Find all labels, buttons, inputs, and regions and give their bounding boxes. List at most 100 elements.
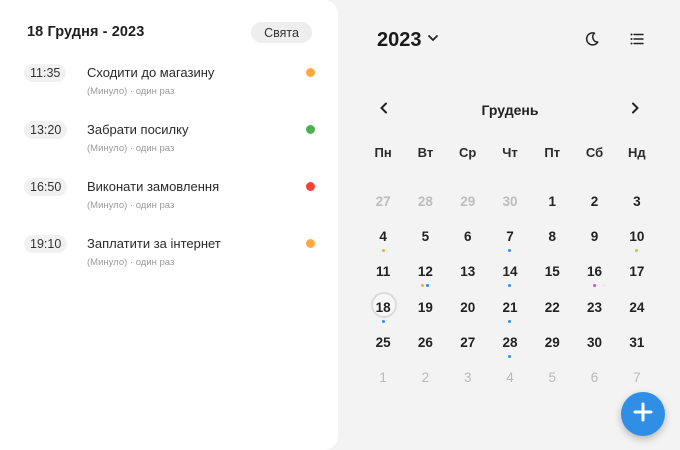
calendar-day[interactable]: 29	[531, 331, 573, 366]
calendar-day[interactable]: 15	[531, 260, 573, 295]
event-indicator-dots	[489, 284, 531, 288]
day-number: 5	[548, 369, 557, 385]
day-number: 26	[417, 334, 433, 350]
prev-month-button[interactable]	[375, 101, 393, 119]
calendar-day[interactable]: 17	[616, 260, 658, 295]
day-number: 18	[375, 299, 391, 315]
chevron-left-icon	[377, 101, 391, 120]
calendar-week-row: 1 2 3 4 5 6 7	[362, 366, 658, 401]
event-title: Виконати замовлення	[87, 179, 220, 194]
calendar-day[interactable]: 6	[573, 366, 615, 401]
event-indicator-dot	[381, 319, 385, 323]
calendar-day[interactable]: 5	[404, 225, 446, 260]
event-indicator-dot	[635, 249, 639, 253]
calendar-day[interactable]: 1	[531, 190, 573, 225]
day-number: 8	[548, 229, 557, 245]
event-indicator-dot	[508, 284, 512, 288]
calendar-day[interactable]: 22	[531, 296, 573, 331]
event-color-dot	[306, 125, 315, 134]
calendar-day[interactable]: 9	[573, 225, 615, 260]
calendar-day[interactable]: 25	[362, 331, 404, 366]
day-number: 30	[502, 194, 518, 209]
day-number: 22	[544, 299, 560, 315]
calendar-day[interactable]: 14	[489, 260, 531, 295]
calendar-day[interactable]: 11	[362, 260, 404, 295]
event-item[interactable]: 19:10 Заплатити за інтернет (Минуло) · оди…	[0, 233, 338, 290]
calendar-day[interactable]: 26	[404, 331, 446, 366]
event-indicator-dot	[421, 284, 425, 288]
event-item[interactable]: 11:35 Сходити до магазину (Минуло) · один …	[0, 62, 338, 119]
calendar-day[interactable]: 27	[362, 190, 404, 225]
calendar-day[interactable]: 1	[362, 366, 404, 401]
event-item[interactable]: 13:20 Забрати посилку (Минуло) · один раз	[0, 119, 338, 176]
event-time: 11:35	[24, 64, 67, 82]
day-number: 7	[506, 229, 514, 245]
month-title: Грудень	[481, 102, 539, 118]
calendar-day[interactable]: 21	[489, 296, 531, 331]
calendar-day[interactable]: 30	[573, 331, 615, 366]
calendar-day[interactable]: 12	[404, 260, 446, 295]
day-number: 15	[544, 264, 560, 280]
calendar-day[interactable]: 5	[531, 366, 573, 401]
calendar-day[interactable]: 6	[447, 225, 489, 260]
plus-icon	[632, 401, 654, 428]
calendar-day[interactable]: 3	[616, 190, 658, 225]
day-number: 2	[590, 194, 599, 209]
event-color-dot	[306, 182, 315, 191]
event-indicator-dot	[508, 249, 512, 253]
day-number: 16	[587, 264, 603, 280]
calendar-day[interactable]: 2	[573, 190, 615, 225]
event-item[interactable]: 16:50 Виконати замовлення (Минуло) · один …	[0, 176, 338, 233]
calendar-day[interactable]: 23	[573, 296, 615, 331]
day-number: 13	[460, 264, 476, 280]
day-number: 4	[379, 229, 387, 245]
calendar-day[interactable]: 28	[404, 190, 446, 225]
calendar-day[interactable]: 20	[447, 296, 489, 331]
selected-day-title: 18 Грудня - 2023	[27, 24, 145, 40]
calendar-week-row: 25 26 27 28 29 30 31	[362, 331, 658, 366]
weekday-label: Нд	[628, 145, 646, 160]
calendar-day[interactable]: 27	[447, 331, 489, 366]
calendar-day[interactable]: 16	[573, 260, 615, 295]
day-number: 6	[590, 369, 599, 385]
day-number: 14	[502, 264, 518, 280]
day-number: 10	[629, 229, 645, 245]
event-indicator-dots	[362, 319, 404, 323]
event-list: 11:35 Сходити до магазину (Минуло) · один …	[0, 62, 338, 290]
calendar-day[interactable]: 8	[531, 225, 573, 260]
calendar-day[interactable]: 31	[616, 331, 658, 366]
calendar-day[interactable]: 7	[489, 225, 531, 260]
calendar-day[interactable]: 24	[616, 296, 658, 331]
theme-toggle-button[interactable]	[581, 30, 603, 52]
calendar-day[interactable]: 13	[447, 260, 489, 295]
day-number: 6	[463, 229, 472, 245]
view-menu-button[interactable]	[626, 30, 648, 52]
calendar-day-today[interactable]: 18	[362, 291, 404, 331]
calendar-week-row: 18 19 20 21 22 23 24	[362, 291, 658, 331]
day-number: 23	[587, 299, 603, 315]
event-time: 13:20	[24, 121, 68, 139]
year-dropdown[interactable]: 2023	[377, 29, 440, 52]
day-number: 28	[417, 194, 433, 209]
calendar-day[interactable]: 28	[489, 331, 531, 366]
add-event-button[interactable]	[621, 392, 665, 436]
calendar-day[interactable]: 29	[447, 190, 489, 225]
calendar-day[interactable]: 3	[447, 366, 489, 401]
day-number: 3	[633, 194, 641, 209]
year-label: 2023	[377, 29, 422, 51]
event-indicator-dots	[489, 319, 531, 323]
event-repeat-info: (Минуло) · один раз	[87, 86, 175, 97]
day-number: 4	[506, 369, 514, 385]
event-indicator-dot	[381, 249, 385, 253]
calendar-day[interactable]: 19	[404, 296, 446, 331]
calendar-day[interactable]: 4	[489, 366, 531, 401]
calendar-day[interactable]: 2	[404, 366, 446, 401]
event-indicator-dots	[489, 249, 531, 253]
day-panel: 18 Грудня - 2023 Свята 11:35 Сходити до м…	[0, 0, 338, 450]
day-number: 5	[421, 229, 430, 245]
calendar-day[interactable]: 10	[616, 225, 658, 260]
calendar-day[interactable]: 4	[362, 225, 404, 260]
next-month-button[interactable]	[626, 101, 644, 119]
calendar-day[interactable]: 30	[489, 190, 531, 225]
holidays-button[interactable]: Свята	[251, 22, 312, 43]
